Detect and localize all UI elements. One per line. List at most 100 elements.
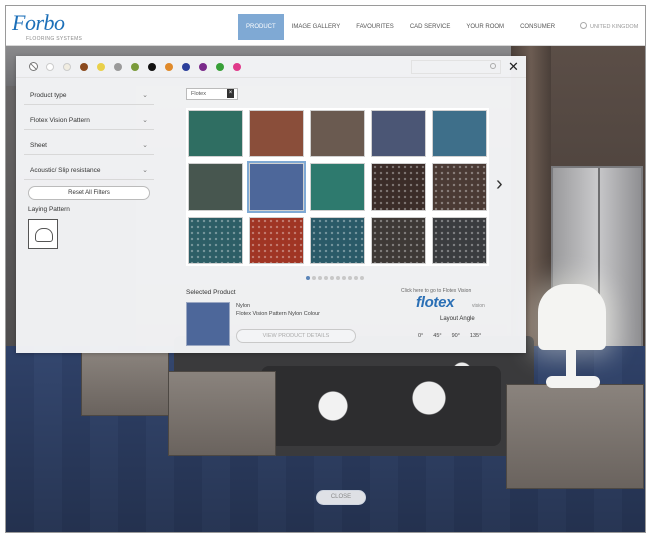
product-tile[interactable]	[310, 110, 365, 158]
filter-dropdown[interactable]: Acoustic/ Slip resistance ⌄	[24, 161, 154, 180]
main-nav: PRODUCT IMAGE GALLERY FAVOURITES CAD SERVIC…	[238, 14, 563, 40]
chevron-down-icon: ⌄	[142, 167, 148, 174]
cube-stool	[168, 371, 276, 456]
chevron-down-icon: ⌄	[142, 117, 148, 124]
product-tile[interactable]	[432, 216, 487, 264]
filter-dropdown[interactable]: Product type ⌄	[24, 86, 154, 105]
selected-product-name: Nylon	[236, 303, 251, 309]
next-page-arrow-icon[interactable]: ›	[496, 174, 503, 194]
chip-remove-icon[interactable]: ×	[227, 89, 234, 98]
nav-item-consumer[interactable]: CONSUMER	[512, 14, 563, 40]
filter-dropdown[interactable]: Sheet ⌄	[24, 136, 154, 155]
page-dot[interactable]	[342, 276, 346, 280]
color-swatch[interactable]	[233, 63, 241, 71]
close-icon[interactable]: ✕	[508, 58, 519, 76]
lamp-shade	[538, 284, 606, 350]
page-dot[interactable]	[324, 276, 328, 280]
page-dot[interactable]	[354, 276, 358, 280]
sofa-backrest	[261, 366, 501, 446]
app-frame: Forbo FLOORING SYSTEMS PRODUCT IMAGE GALL…	[5, 5, 646, 533]
nav-item-your-room[interactable]: YOUR ROOM	[458, 14, 512, 40]
color-swatch[interactable]	[46, 63, 54, 71]
color-swatch[interactable]	[165, 63, 173, 71]
color-swatch[interactable]	[97, 63, 105, 71]
laying-pattern-label: Laying Pattern	[28, 206, 70, 213]
filter-label: Sheet	[30, 142, 47, 149]
filter-label: Acoustic/ Slip resistance	[30, 167, 101, 174]
flotex-logo[interactable]: flotex	[416, 294, 455, 311]
layout-angle-option[interactable]: 90°	[452, 333, 460, 339]
layout-angle-option[interactable]: 135°	[470, 333, 481, 339]
layout-angle-option[interactable]: 45°	[433, 333, 441, 339]
page-dot[interactable]	[306, 276, 310, 280]
language-selector[interactable]: UNITED KINGDOM	[580, 14, 638, 40]
no-color-icon[interactable]	[29, 62, 38, 71]
color-swatch[interactable]	[216, 63, 224, 71]
layout-angle-label: Layout Angle	[440, 316, 475, 322]
page-dot[interactable]	[348, 276, 352, 280]
filter-dropdown[interactable]: Flotex Vision Pattern ⌄	[24, 111, 154, 130]
layout-angle-option[interactable]: 0°	[418, 333, 423, 339]
page-dot[interactable]	[318, 276, 322, 280]
chip-label: Flotex	[191, 91, 206, 97]
flotex-logo-sub: vision	[472, 303, 485, 309]
logo-tagline: FLOORING SYSTEMS	[26, 36, 83, 42]
nav-item-favourites[interactable]: FAVOURITES	[348, 14, 402, 40]
product-tile[interactable]	[188, 216, 243, 264]
color-swatch[interactable]	[199, 63, 207, 71]
chevron-down-icon: ⌄	[142, 92, 148, 99]
product-tile[interactable]	[247, 161, 306, 213]
color-swatch[interactable]	[131, 63, 139, 71]
cube-stool	[81, 351, 169, 416]
product-tile[interactable]	[371, 216, 426, 264]
laying-pattern-icon[interactable]	[28, 219, 58, 249]
filter-sidebar: Product type ⌄ Flotex Vision Pattern ⌄ Sheet…	[24, 86, 154, 249]
filter-chip-flotex[interactable]: Flotex ×	[186, 88, 238, 100]
page-dot[interactable]	[336, 276, 340, 280]
pagination-dots	[306, 276, 364, 280]
close-button[interactable]: CLOSE	[316, 490, 366, 505]
product-tile[interactable]	[371, 163, 426, 211]
side-table	[506, 384, 644, 489]
page-dot[interactable]	[360, 276, 364, 280]
color-swatch[interactable]	[63, 63, 71, 71]
color-filter-bar: ✕	[16, 56, 526, 78]
product-picker-panel: ✕ Product type ⌄ Flotex Vision Pattern ⌄ She…	[16, 56, 526, 353]
page-dot[interactable]	[330, 276, 334, 280]
layout-angle-options: 0° 45° 90° 135°	[418, 333, 481, 339]
search-input[interactable]	[411, 60, 501, 74]
product-tile[interactable]	[188, 163, 243, 211]
view-product-details-button[interactable]: VIEW PRODUCT DETAILS	[236, 329, 356, 343]
color-swatch[interactable]	[148, 63, 156, 71]
forbo-logo[interactable]: Forbo	[12, 10, 65, 36]
product-tile[interactable]	[432, 110, 487, 158]
product-tile[interactable]	[371, 110, 426, 158]
filter-label: Product type	[30, 92, 67, 99]
nav-item-image-gallery[interactable]: IMAGE GALLERY	[284, 14, 349, 40]
product-tile[interactable]	[188, 110, 243, 158]
product-tile[interactable]	[310, 163, 365, 211]
color-swatch[interactable]	[114, 63, 122, 71]
color-swatch[interactable]	[182, 63, 190, 71]
nav-item-cad-service[interactable]: CAD SERVICE	[402, 14, 459, 40]
lamp-stem	[566, 349, 576, 379]
search-icon[interactable]	[490, 63, 496, 69]
product-grid	[186, 108, 489, 266]
selected-product-label: Selected Product	[186, 289, 236, 296]
product-tile[interactable]	[249, 110, 304, 158]
filter-label: Flotex Vision Pattern	[30, 117, 90, 124]
top-navigation: Forbo FLOORING SYSTEMS PRODUCT IMAGE GALL…	[6, 6, 645, 46]
chevron-down-icon: ⌄	[142, 142, 148, 149]
selected-product-description: Flotex Vision Pattern Nylon Colour	[236, 311, 320, 317]
page-dot[interactable]	[312, 276, 316, 280]
language-label: UNITED KINGDOM	[590, 24, 639, 30]
lamp-base	[546, 376, 600, 388]
product-tile[interactable]	[249, 216, 304, 264]
selected-product-swatch	[186, 302, 230, 346]
nav-item-product[interactable]: PRODUCT	[238, 14, 284, 40]
product-tile[interactable]	[310, 216, 365, 264]
reset-filters-button[interactable]: Reset All Filters	[28, 186, 150, 200]
globe-icon	[580, 22, 587, 29]
product-tile[interactable]	[432, 163, 487, 211]
color-swatch[interactable]	[80, 63, 88, 71]
